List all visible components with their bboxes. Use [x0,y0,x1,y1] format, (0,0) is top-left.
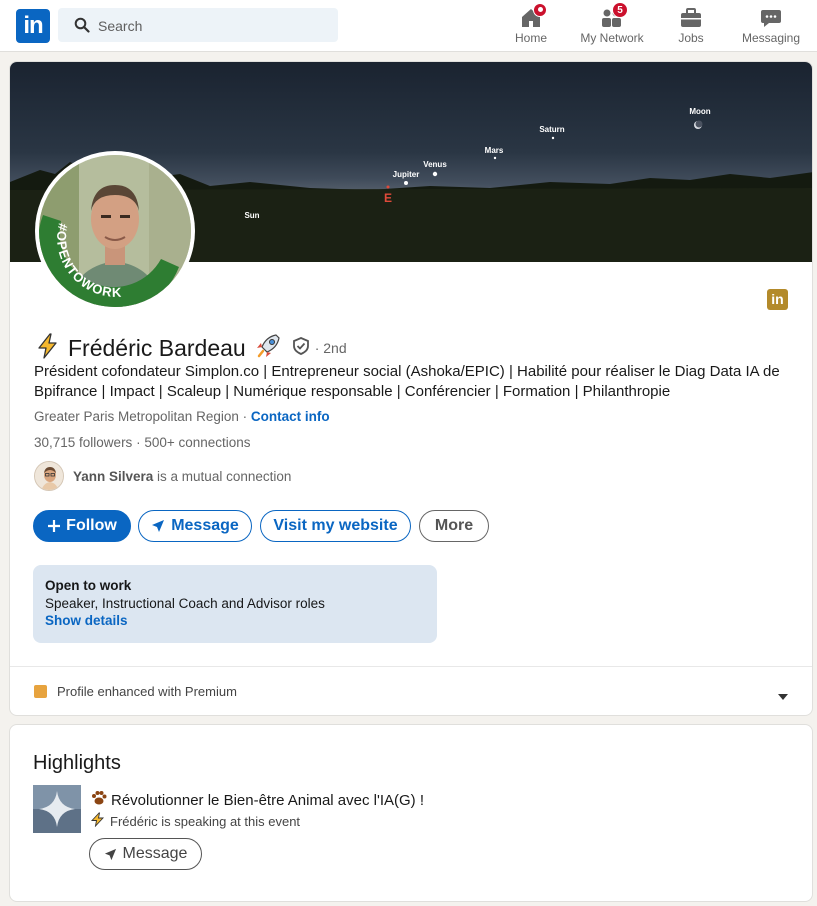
event-thumbnail[interactable] [33,785,81,833]
followers-count: 30,715 followers [34,435,133,450]
connections-count[interactable]: 500+ connections [144,435,250,450]
connection-degree: · 2nd [314,340,347,356]
event-title-row[interactable]: Révolutionner le Bien-être Animal avec l… [90,789,424,811]
planet-label-saturn: Saturn [539,125,564,134]
location-line: Greater Paris Metropolitan Region · Cont… [34,409,330,424]
follow-button-label: Follow [66,517,117,534]
follow-button[interactable]: Follow [33,510,131,542]
highlights-title: Highlights [33,752,121,774]
highlight-message-button[interactable]: Message [89,838,202,870]
nav-messaging[interactable]: Messaging [735,0,807,52]
rocket-icon [254,332,282,365]
section-divider [10,666,812,667]
top-nav: in Search Home 5 My Network Jobs Messagi… [0,0,817,52]
message-button-label: Message [171,517,239,534]
planet-label-jupiter: Jupiter [393,170,420,179]
contact-info-link[interactable]: Contact info [251,409,330,424]
event-title: Révolutionner le Bien-être Animal avec l… [111,791,425,809]
home-notification-dot [533,3,547,17]
sparkle-icon [33,785,81,833]
lightning-icon [34,332,62,365]
show-details-link[interactable]: Show details [45,613,425,628]
visit-website-button[interactable]: Visit my website [260,510,411,542]
briefcase-icon [679,6,703,30]
nav-my-network[interactable]: 5 My Network [574,0,650,52]
planet-label-moon: Moon [689,107,710,116]
paw-icon [90,789,108,811]
nav-my-network-label: My Network [580,31,644,45]
premium-row[interactable]: Profile enhanced with Premium [34,684,237,699]
premium-label: Profile enhanced with Premium [57,684,237,699]
more-button[interactable]: More [419,510,489,542]
nav-jobs-label: Jobs [678,31,704,45]
profile-card: Moon Saturn Mars Venus Jupiter Sun E #OP… [9,61,813,716]
planet-label-venus: Venus [423,160,447,169]
profile-name: Frédéric Bardeau [68,334,246,361]
mutual-connection-name[interactable]: Yann Silvera [73,469,153,484]
highlights-card: Highlights Révolutionner le Bien-être An… [9,724,813,902]
event-subtitle-row: Frédéric is speaking at this event [90,812,300,830]
profile-photo[interactable]: #OPENTOWORK [35,151,195,311]
location-separator: · [238,409,251,424]
highlight-message-label: Message [122,845,188,862]
profile-portrait: #OPENTOWORK [39,155,191,307]
nav-home-label: Home [514,31,547,45]
nav-home[interactable]: Home [506,0,556,52]
compass-label: E [384,191,392,205]
event-subtitle: Frédéric is speaking at this event [110,813,301,829]
mutual-connection[interactable]: Yann Silvera is a mutual connection [34,460,291,492]
open-to-work-roles: Speaker, Instructional Coach and Advisor… [45,596,325,611]
more-button-label: More [434,517,474,534]
premium-icon [34,685,47,698]
linkedin-premium-icon[interactable]: in [767,289,788,310]
visit-website-label: Visit my website [273,517,398,534]
follower-stats: 30,715 followers · 500+ connections [34,435,251,450]
nav-messaging-label: Messaging [741,31,801,45]
planet-label-sun: Sun [244,211,259,220]
message-button[interactable]: Message [138,510,252,542]
send-icon [104,848,116,860]
plus-icon [48,520,61,532]
lightning-small-icon [90,812,105,830]
location-text: Greater Paris Metropolitan Region [34,409,239,424]
linkedin-logo[interactable]: in [16,9,50,43]
stats-separator: · [132,435,145,450]
chat-icon [759,6,783,30]
chevron-down-icon[interactable] [777,688,789,706]
planet-label-mars: Mars [485,146,504,155]
mutual-connection-text: is a mutual connection [153,468,292,484]
name-row: Frédéric Bardeau · 2nd [34,332,347,364]
mutual-connection-avatar [34,461,64,491]
network-count-badge: 5 [612,2,628,18]
open-to-work-card[interactable]: Open to work Speaker, Instructional Coac… [33,565,437,643]
search-input[interactable]: Search [98,18,142,34]
verified-shield-icon[interactable] [291,336,311,361]
open-to-work-title: Open to work [45,578,132,593]
search-icon [74,17,90,38]
nav-jobs[interactable]: Jobs [666,0,716,52]
profile-headline: Président cofondateur Simplon.co | Entre… [34,363,780,400]
search-bar[interactable]: Search [58,8,338,42]
send-icon [152,520,165,532]
